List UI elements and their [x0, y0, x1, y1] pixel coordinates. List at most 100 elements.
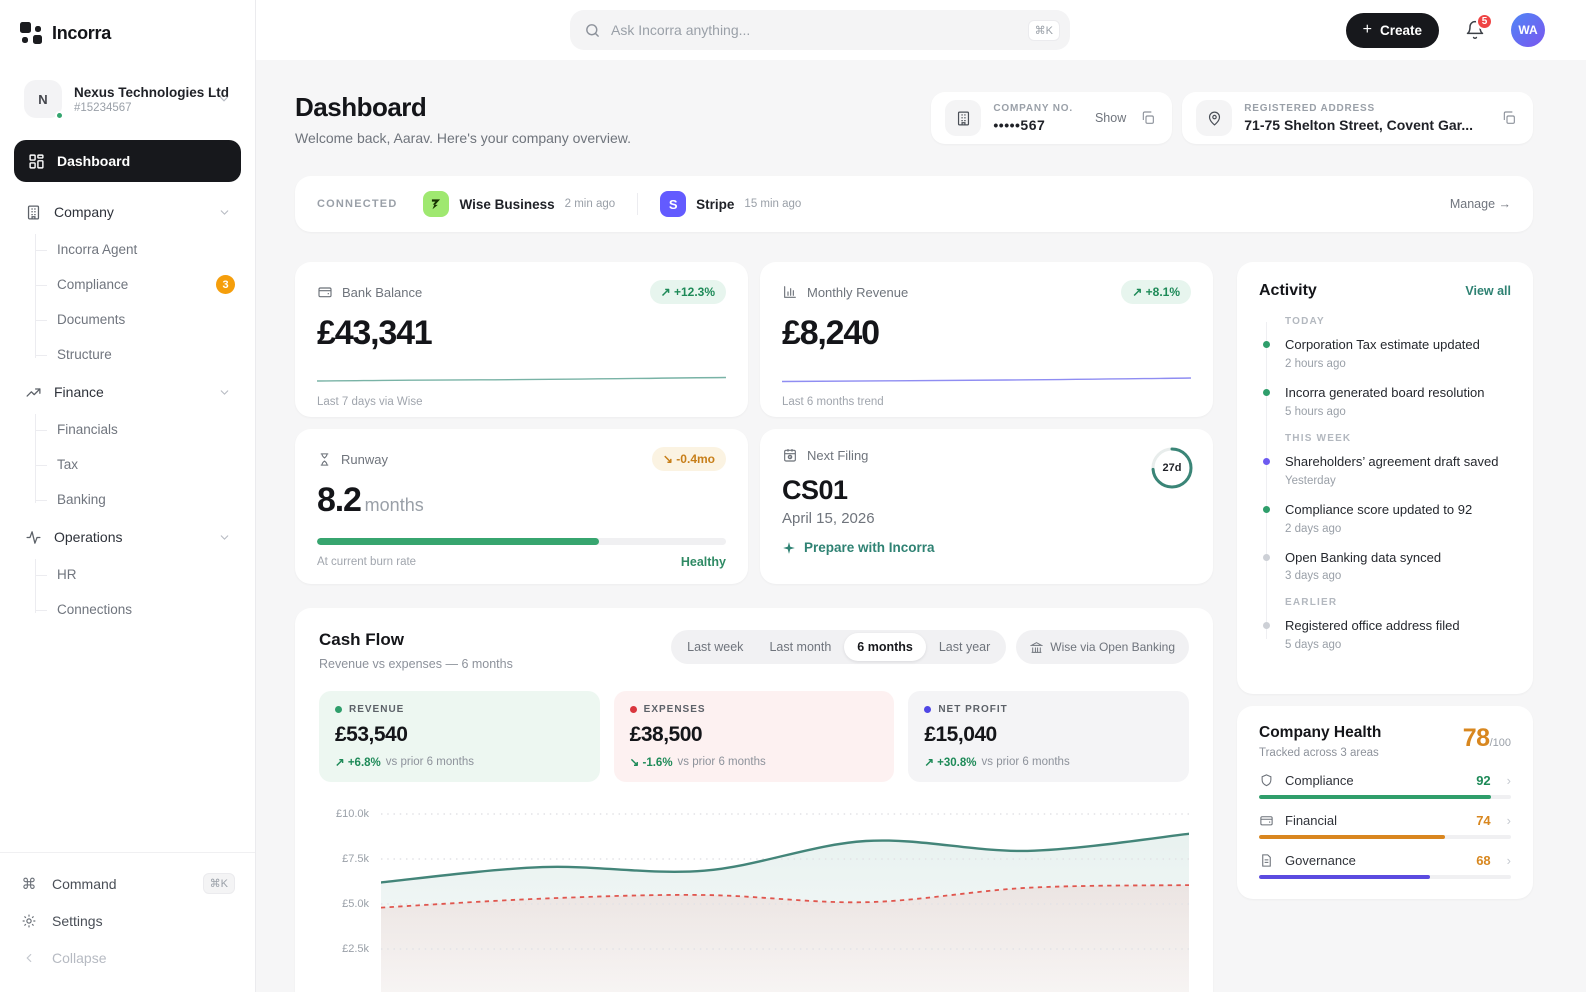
- activity-item-time: 3 days ago: [1285, 570, 1511, 582]
- stat-change: ↗ +6.8%: [335, 755, 381, 769]
- registered-address-text: REGISTERED ADDRESS 71-75 Shelton Street,…: [1244, 103, 1473, 133]
- health-bar-fill: [1259, 835, 1445, 839]
- topbar: ⌘K + Create 5 WA: [256, 0, 1586, 60]
- health-row-link[interactable]: Compliance 92 ›: [1259, 773, 1511, 788]
- global-search[interactable]: ⌘K: [570, 10, 1070, 50]
- change-badge: ↗ +8.1%: [1121, 280, 1191, 304]
- header-info-cards: COMPANY NO. •••••567 Show REGISTERED ADD…: [931, 92, 1533, 144]
- tab-last-month[interactable]: Last month: [756, 633, 844, 661]
- sidebar-item-dashboard[interactable]: Dashboard: [14, 140, 241, 182]
- brand-logo: Incorra: [0, 0, 255, 54]
- activity-item[interactable]: Incorra generated board resolution 5 hou…: [1285, 385, 1511, 418]
- activity-dot: [1263, 506, 1270, 513]
- sidebar-item-connections[interactable]: Connections: [35, 592, 241, 627]
- health-score-value: 78: [1463, 724, 1490, 753]
- stat-label: REVENUE: [349, 704, 404, 715]
- activity-item-time: 2 days ago: [1285, 523, 1511, 535]
- sidebar-section-label: Finance: [54, 384, 104, 400]
- activity-item-title: Corporation Tax estimate updated: [1285, 337, 1511, 354]
- dashboard-grid-icon: [28, 153, 45, 170]
- health-row-link[interactable]: Governance 68 ›: [1259, 853, 1511, 868]
- y-axis-tick: £5.0k: [319, 898, 369, 910]
- prepare-with-incorra-link[interactable]: Prepare with Incorra: [782, 540, 1191, 555]
- sidebar-item-label: Connections: [57, 602, 132, 617]
- settings-label: Settings: [52, 913, 103, 929]
- activity-item-title: Incorra generated board resolution: [1285, 385, 1511, 402]
- activity-item[interactable]: Shareholders’ agreement draft saved Yest…: [1285, 454, 1511, 487]
- metric-value: 8.2months: [317, 481, 726, 520]
- chevron-right-icon: ›: [1507, 813, 1511, 828]
- sidebar-item-label: Compliance: [57, 277, 128, 292]
- create-button[interactable]: + Create: [1346, 13, 1439, 48]
- activity-item[interactable]: Registered office address filed 5 days a…: [1285, 618, 1511, 651]
- health-title-block: Company Health Tracked across 3 areas: [1259, 724, 1381, 759]
- company-selector[interactable]: N Nexus Technologies Ltd #15234567: [14, 72, 241, 126]
- activity-item[interactable]: Corporation Tax estimate updated 2 hours…: [1285, 337, 1511, 370]
- sidebar-item-label: Structure: [57, 347, 112, 362]
- settings-button[interactable]: Settings: [20, 902, 235, 939]
- health-row-link[interactable]: Financial 74 ›: [1259, 813, 1511, 828]
- integration-wise[interactable]: Wise Business 2 min ago: [423, 191, 615, 217]
- cash-flow-title: Cash Flow: [319, 630, 513, 650]
- activity-item[interactable]: Compliance score updated to 92 2 days ag…: [1285, 502, 1511, 535]
- sidebar-item-label: HR: [57, 567, 77, 582]
- collapse-label: Collapse: [52, 950, 106, 966]
- copy-icon[interactable]: [1138, 108, 1158, 128]
- integration-stripe[interactable]: S Stripe 15 min ago: [660, 191, 801, 217]
- company-initial: N: [38, 92, 47, 107]
- tab-last-year[interactable]: Last year: [926, 633, 1003, 661]
- sidebar-section-company[interactable]: Company: [14, 192, 241, 232]
- sparkle-icon: [782, 541, 796, 555]
- integration-name: Wise Business: [459, 197, 554, 212]
- filing-date: April 15, 2026: [782, 510, 1191, 527]
- health-bar: [1259, 795, 1511, 799]
- sidebar-item-incorra-agent[interactable]: Incorra Agent: [35, 232, 241, 267]
- metric-cards: Bank Balance ↗ +12.3% £43,341 Last 7 day…: [295, 262, 1213, 584]
- tab-last-week[interactable]: Last week: [674, 633, 756, 661]
- search-kbd: ⌘K: [1028, 20, 1060, 41]
- sidebar-item-compliance[interactable]: Compliance 3: [35, 267, 241, 302]
- notification-count-badge: 5: [1476, 13, 1493, 30]
- health-row-label: Governance: [1285, 853, 1356, 868]
- company-avatar: N: [24, 80, 62, 118]
- collapse-sidebar-button[interactable]: Collapse: [20, 939, 235, 976]
- sidebar-item-label: Financials: [57, 422, 118, 437]
- health-row-financial: Financial 74 ›: [1259, 813, 1511, 839]
- user-avatar[interactable]: WA: [1511, 13, 1545, 47]
- data-source-label: Wise via Open Banking: [1050, 640, 1175, 654]
- activity-dot: [1263, 389, 1270, 396]
- sidebar-item-documents[interactable]: Documents: [35, 302, 241, 337]
- activity-card: Activity View all TODAY Corporation Tax …: [1237, 262, 1533, 694]
- sidebar-section-finance[interactable]: Finance: [14, 372, 241, 412]
- cash-flow-stats: REVENUE £53,540 ↗ +6.8%vs prior 6 months…: [319, 691, 1189, 782]
- address-value: 71-75 Shelton Street, Covent Gar...: [1244, 117, 1473, 133]
- command-menu-button[interactable]: ⌘ Command ⌘K: [20, 865, 235, 902]
- notifications-button[interactable]: 5: [1465, 20, 1485, 40]
- tab-6-months[interactable]: 6 months: [844, 633, 926, 661]
- manage-integrations-link[interactable]: Manage →: [1450, 197, 1511, 211]
- sidebar-section-operations[interactable]: Operations: [14, 517, 241, 557]
- health-row-score: 68: [1476, 853, 1490, 868]
- sidebar-item-financials[interactable]: Financials: [35, 412, 241, 447]
- view-all-link[interactable]: View all: [1465, 284, 1511, 298]
- stripe-logo-icon: S: [660, 191, 686, 217]
- search-input[interactable]: [611, 22, 1018, 38]
- copy-icon[interactable]: [1499, 108, 1519, 128]
- sidebar-item-hr[interactable]: HR: [35, 557, 241, 592]
- show-company-no-button[interactable]: Show: [1095, 111, 1126, 125]
- stat-suffix: vs prior 6 months: [982, 756, 1070, 768]
- sidebar-item-label: Dashboard: [57, 153, 130, 169]
- metric-footnote: Last 7 days via Wise: [317, 396, 726, 408]
- sidebar-item-banking[interactable]: Banking: [35, 482, 241, 517]
- health-row-label: Financial: [1285, 813, 1337, 828]
- trending-up-icon: [24, 384, 42, 401]
- activity-item[interactable]: Open Banking data synced 3 days ago: [1285, 550, 1511, 583]
- cash-flow-subtitle: Revenue vs expenses — 6 months: [319, 657, 513, 671]
- next-filing-card: Next Filing 27d CS01 April 15, 2026 Prep…: [760, 429, 1213, 584]
- change-badge: ↗ +12.3%: [650, 280, 726, 304]
- sidebar-item-label: Tax: [57, 457, 78, 472]
- stat-label: NET PROFIT: [938, 704, 1007, 715]
- sidebar-item-structure[interactable]: Structure: [35, 337, 241, 372]
- page-title: Dashboard: [295, 92, 631, 123]
- sidebar-item-tax[interactable]: Tax: [35, 447, 241, 482]
